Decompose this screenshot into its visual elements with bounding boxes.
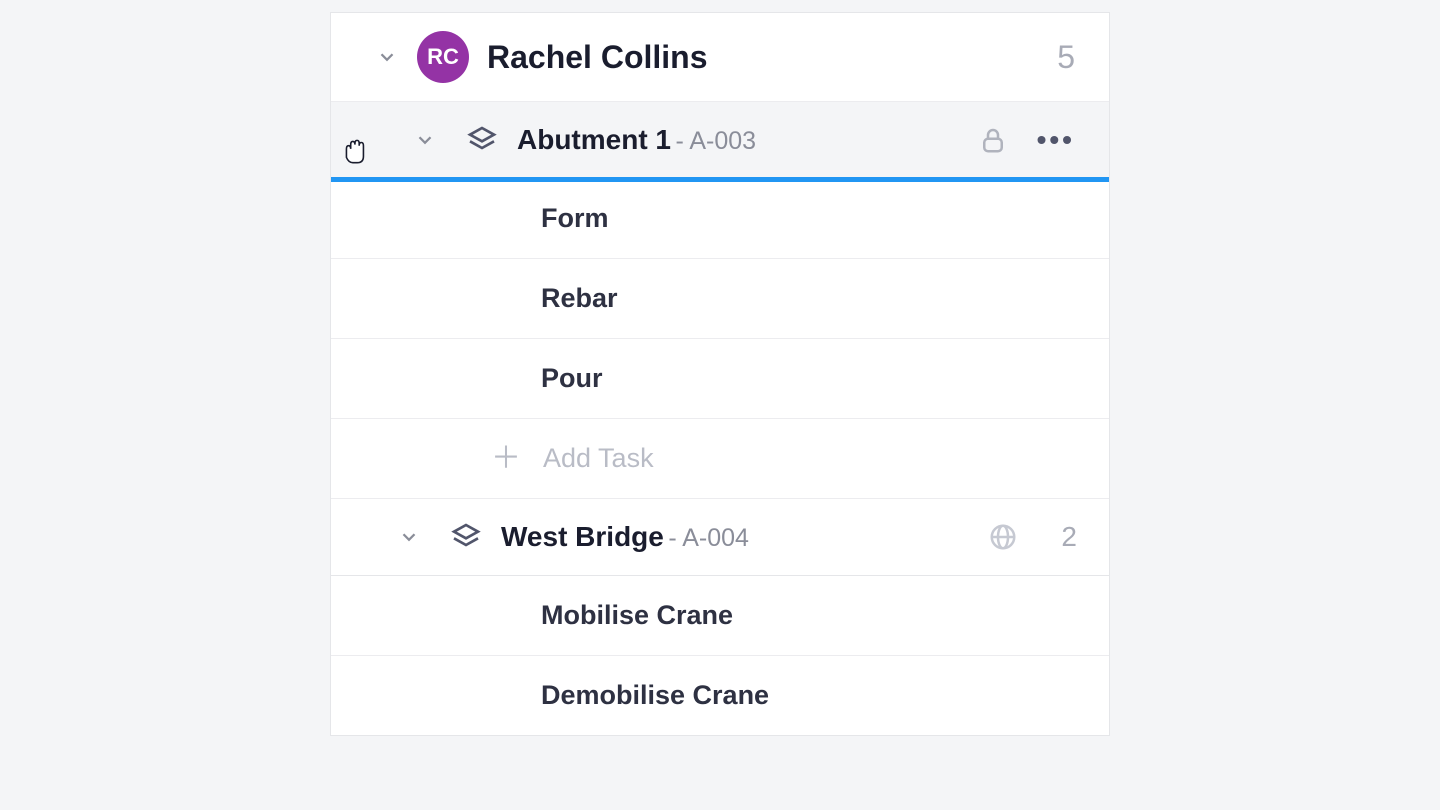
layers-icon [465,123,499,157]
chevron-down-icon[interactable] [387,526,431,548]
chevron-down-icon[interactable] [403,129,447,151]
task-item[interactable]: Pour [331,339,1109,419]
task-count: 5 [1057,39,1075,76]
assignee-row[interactable]: RC Rachel Collins 5 [331,13,1109,102]
plus-icon: ＋ [491,444,521,474]
globe-icon[interactable] [983,517,1023,557]
task-item[interactable]: Form [331,179,1109,259]
layers-icon [449,520,483,554]
more-menu-button[interactable]: ••• [1031,126,1081,154]
task-item[interactable]: Demobilise Crane [331,656,1109,735]
assignee-name: Rachel Collins [487,39,1039,76]
grab-cursor-icon [339,134,373,173]
group-row-abutment[interactable]: Abutment 1 - A-003 ••• [331,102,1109,179]
task-item[interactable]: Rebar [331,259,1109,339]
group-count: 2 [1061,521,1077,553]
group-title: West Bridge - A-004 [501,521,749,553]
chevron-down-icon[interactable] [375,45,399,69]
avatar: RC [417,31,469,83]
add-task-label: Add Task [543,443,654,474]
task-item[interactable]: Mobilise Crane [331,576,1109,656]
group-row-westbridge[interactable]: West Bridge - A-004 2 [331,499,1109,576]
add-task-button[interactable]: ＋ Add Task [331,419,1109,499]
task-panel: RC Rachel Collins 5 Abutment 1 - A-003 •… [330,12,1110,736]
group-title: Abutment 1 - A-003 [517,124,756,156]
lock-icon[interactable] [973,120,1013,160]
